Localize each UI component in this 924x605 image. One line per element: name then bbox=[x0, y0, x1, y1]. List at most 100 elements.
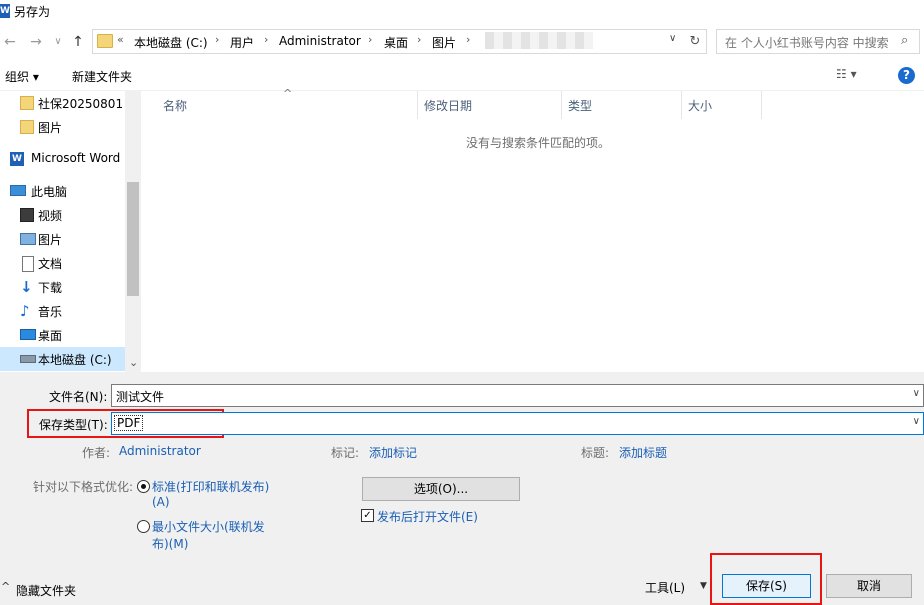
help-icon[interactable]: ? bbox=[898, 67, 915, 84]
column-header-modified[interactable]: 修改日期 bbox=[424, 97, 472, 114]
radio-minimum-size-label-accesskey[interactable]: 布)(M) bbox=[152, 535, 188, 552]
breadcrumb-desktop[interactable]: 桌面 bbox=[384, 34, 408, 51]
new-folder-button[interactable]: 新建文件夹 bbox=[72, 68, 132, 85]
sidebar-item-local-disk[interactable]: 本地磁盘 (C:) bbox=[0, 347, 125, 371]
documents-icon bbox=[22, 256, 34, 272]
up-icon[interactable]: ↑ bbox=[68, 32, 88, 52]
window-title: 另存为 bbox=[14, 5, 51, 19]
filename-field[interactable]: 测试文件 ∨ bbox=[111, 384, 924, 407]
filename-label: 文件名(N): bbox=[49, 390, 108, 404]
search-icon[interactable]: ⌕ bbox=[901, 33, 908, 48]
search-input[interactable]: 在 个人小红书账号内容 中搜索 ⌕ bbox=[716, 29, 920, 54]
radio-minimum-size-label[interactable]: 最小文件大小(联机发 bbox=[152, 518, 265, 535]
breadcrumb-separator[interactable]: › bbox=[215, 33, 219, 46]
sidebar-item-label: 图片 bbox=[38, 121, 63, 135]
sidebar-item-documents[interactable]: 文档 bbox=[0, 251, 125, 275]
sidebar-scroll-thumb[interactable] bbox=[127, 182, 139, 296]
filename-dropdown-icon[interactable]: ∨ bbox=[913, 388, 920, 399]
view-options-icon[interactable]: ☷ ▾ bbox=[836, 67, 857, 81]
title-value[interactable]: 添加标题 bbox=[619, 444, 667, 461]
tools-dropdown-icon[interactable]: ▼ bbox=[700, 581, 707, 591]
radio-standard-label-accesskey[interactable]: (A) bbox=[152, 495, 170, 509]
open-after-publish-checkbox[interactable]: ✓ bbox=[361, 509, 374, 522]
sidebar-item-label: Microsoft Word bbox=[31, 151, 121, 165]
computer-icon bbox=[10, 185, 26, 196]
breadcrumb-drive[interactable]: 本地磁盘 (C:) bbox=[134, 34, 208, 51]
sidebar-item-pictures[interactable]: 图片 bbox=[0, 227, 125, 251]
word-icon: W bbox=[0, 4, 10, 18]
save-type-select[interactable]: PDF ∨ bbox=[111, 412, 924, 435]
save-type-dropdown-icon[interactable]: ∨ bbox=[913, 416, 920, 427]
breadcrumb-pictures[interactable]: 图片 bbox=[432, 34, 456, 51]
tags-label: 标记: bbox=[331, 446, 360, 460]
breadcrumb-separator[interactable]: › bbox=[417, 33, 421, 46]
breadcrumb-separator[interactable]: › bbox=[368, 33, 372, 46]
address-bar[interactable]: « 本地磁盘 (C:) › 用户 › Administrator › 桌面 › … bbox=[92, 29, 686, 54]
sidebar-item-downloads[interactable]: ↓ 下载 bbox=[0, 275, 125, 299]
sidebar-item-label: 此电脑 bbox=[31, 185, 68, 199]
column-header-name[interactable]: 名称 bbox=[163, 97, 187, 114]
music-icon: ♪ bbox=[20, 302, 30, 320]
sidebar-item-label: 文档 bbox=[38, 257, 63, 271]
breadcrumb-separator[interactable]: › bbox=[264, 33, 268, 46]
breadcrumb-users[interactable]: 用户 bbox=[230, 34, 254, 51]
download-icon: ↓ bbox=[20, 278, 33, 296]
sort-ascending-icon: ^ bbox=[283, 87, 293, 100]
hide-folders-icon[interactable]: ^ bbox=[1, 580, 10, 593]
column-header-size[interactable]: 大小 bbox=[688, 97, 712, 114]
open-after-publish-label[interactable]: 发布后打开文件(E) bbox=[377, 508, 478, 525]
breadcrumb-overflow[interactable]: « bbox=[117, 33, 124, 46]
sidebar-item-desktop[interactable]: 桌面 bbox=[0, 323, 125, 347]
word-icon: W bbox=[10, 152, 24, 166]
breadcrumb-separator[interactable]: › bbox=[466, 33, 470, 46]
navigation-pane: 社保20250801 图片 W Microsoft Word 此电脑 视频 图片… bbox=[0, 91, 141, 372]
organize-menu[interactable]: 组织 ▾ bbox=[5, 68, 39, 85]
empty-message: 没有与搜索条件匹配的项。 bbox=[466, 136, 611, 150]
scroll-down-icon[interactable]: ⌄ bbox=[129, 356, 138, 369]
tags-value[interactable]: 添加标记 bbox=[369, 444, 417, 461]
title-label: 标题: bbox=[581, 446, 610, 460]
radio-standard-label[interactable]: 标准(打印和联机发布) bbox=[152, 478, 269, 495]
column-divider[interactable] bbox=[681, 91, 682, 119]
sidebar-item-label: 音乐 bbox=[38, 305, 63, 319]
sidebar-item-music[interactable]: ♪ 音乐 bbox=[0, 299, 125, 323]
sidebar-item-label: 图片 bbox=[38, 233, 63, 247]
optimize-label: 针对以下格式优化: bbox=[33, 480, 134, 494]
save-type-value: PDF bbox=[114, 415, 144, 431]
column-divider[interactable] bbox=[761, 91, 762, 119]
author-label: 作者: bbox=[82, 446, 111, 460]
breadcrumb-admin[interactable]: Administrator bbox=[279, 34, 361, 48]
radio-minimum-size[interactable] bbox=[137, 520, 150, 533]
column-divider[interactable] bbox=[561, 91, 562, 119]
hide-folders-button[interactable]: 隐藏文件夹 bbox=[16, 582, 76, 599]
sidebar-item-this-pc[interactable]: 此电脑 bbox=[0, 179, 125, 203]
toolbar bbox=[0, 60, 924, 91]
refresh-icon[interactable]: ↻ bbox=[684, 29, 707, 54]
radio-selected-dot bbox=[141, 484, 146, 489]
folder-icon bbox=[20, 96, 34, 110]
back-icon[interactable]: ← bbox=[0, 32, 20, 52]
cancel-button[interactable]: 取消 bbox=[826, 574, 912, 598]
options-button[interactable]: 选项(O)... bbox=[362, 477, 520, 501]
column-divider[interactable] bbox=[417, 91, 418, 119]
radio-standard[interactable] bbox=[137, 480, 150, 493]
sidebar-item-label: 视频 bbox=[38, 209, 63, 223]
title-bar: W 另存为 bbox=[0, 0, 924, 24]
address-dropdown-icon[interactable]: ∨ bbox=[669, 33, 676, 44]
tools-menu[interactable]: 工具(L) bbox=[645, 579, 685, 596]
pictures-icon bbox=[20, 233, 36, 245]
desktop-icon bbox=[20, 329, 36, 340]
sidebar-item-videos[interactable]: 视频 bbox=[0, 203, 125, 227]
recent-locations-icon[interactable]: ∨ bbox=[48, 32, 68, 52]
author-value[interactable]: Administrator bbox=[119, 444, 201, 458]
sidebar-item-label: 社保20250801 bbox=[38, 97, 124, 111]
sidebar-item-word[interactable]: W Microsoft Word bbox=[0, 147, 125, 171]
sidebar-item-label: 下载 bbox=[38, 281, 63, 295]
sidebar-item-shebao[interactable]: 社保20250801 bbox=[0, 91, 125, 115]
save-button[interactable]: 保存(S) bbox=[722, 574, 811, 598]
sidebar-item-pictures-folder[interactable]: 图片 bbox=[0, 115, 125, 139]
folder-icon bbox=[20, 120, 34, 134]
column-header-type[interactable]: 类型 bbox=[568, 97, 592, 114]
forward-icon[interactable]: → bbox=[26, 32, 46, 52]
folder-icon bbox=[97, 34, 113, 48]
